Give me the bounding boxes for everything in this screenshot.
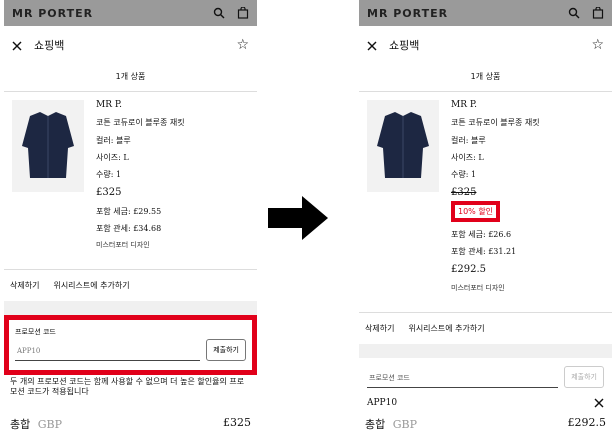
product-tax: 포함 세금: £29.55 (96, 206, 162, 216)
product-quantity: 수량: 1 (451, 169, 477, 179)
product-quantity: 수량: 1 (96, 169, 122, 179)
promo-note: 두 개의 프로모션 코드는 함께 사용할 수 없으며 더 높은 할인율의 프로모… (10, 377, 245, 397)
product-row: MR P. 코튼 코듀로이 블루종 재킷 컬러: 블루 사이즈: L 수량: 1… (4, 92, 257, 263)
remove-promo-icon[interactable] (594, 398, 604, 411)
total-label: 총합 (365, 418, 386, 431)
section-divider (4, 301, 257, 316)
product-brand[interactable]: MR P. (451, 100, 540, 110)
product-size: 사이즈: L (451, 152, 484, 162)
bag-icon[interactable] (237, 4, 249, 23)
page-title: 쇼핑백 (34, 39, 65, 52)
original-price: £325 (451, 187, 477, 199)
promo-code-label: 프로모션 코드 (15, 328, 56, 337)
product-details: MR P. 코튼 코듀로이 블루종 재킷 컬러: 블루 사이즈: L 수량: 1… (96, 100, 185, 257)
page-title: 쇼핑백 (389, 39, 420, 52)
product-color: 컬러: 블루 (96, 135, 131, 145)
promo-code-highlight: 프로모션 코드 APP10 제출하기 (4, 315, 257, 376)
cart-before-panel: MR PORTER 쇼핑백 ☆ 1개 상품 MR P. 코튼 코듀로이 블루종 … (4, 0, 257, 438)
product-name[interactable]: 코튼 코듀로이 블루종 재킷 (96, 118, 185, 127)
item-actions: 삭제하기 위시리스트에 추가하기 (359, 311, 612, 344)
product-duty: 포함 관세: £34.68 (96, 223, 162, 233)
product-size: 사이즈: L (96, 152, 129, 162)
designer-label: 미스터포터 디자인 (451, 283, 505, 292)
product-color: 컬러: 블루 (451, 135, 486, 145)
item-count: 1개 상품 (359, 64, 612, 92)
add-to-wishlist-button[interactable]: 위시리스트에 추가하기 (53, 280, 129, 291)
search-icon[interactable] (568, 4, 580, 23)
close-icon[interactable] (367, 36, 377, 55)
close-icon[interactable] (12, 36, 22, 55)
star-icon[interactable]: ☆ (236, 37, 249, 53)
remove-button[interactable]: 삭제하기 (365, 323, 394, 334)
product-duty: 포함 관세: £31.21 (451, 246, 517, 256)
total-amount: £292.5 (567, 416, 607, 429)
applied-promo-row: APP10 (359, 394, 612, 415)
bag-header: 쇼핑백 ☆ (4, 26, 257, 64)
product-row: MR P. 코튼 코듀로이 블루종 재킷 컬러: 블루 사이즈: L 수량: 1… (359, 92, 612, 306)
bag-icon[interactable] (592, 4, 604, 23)
promo-code-input[interactable]: 프로모션 코드 (367, 369, 559, 388)
add-to-wishlist-button[interactable]: 위시리스트에 추가하기 (408, 323, 484, 334)
right-arrow-icon (268, 196, 328, 240)
promo-code-input[interactable]: APP10 (15, 342, 201, 362)
product-image[interactable] (12, 100, 84, 192)
star-icon[interactable]: ☆ (591, 37, 604, 53)
product-image[interactable] (367, 100, 439, 192)
product-details: MR P. 코튼 코듀로이 블루종 재킷 컬러: 블루 사이즈: L 수량: 1… (451, 100, 540, 300)
search-icon[interactable] (213, 4, 225, 23)
top-bar: MR PORTER (4, 0, 257, 26)
product-tax: 포함 세금: £26.6 (451, 229, 512, 239)
product-name[interactable]: 코튼 코듀로이 블루종 재킷 (451, 118, 540, 127)
total-currency: GBP (392, 418, 418, 431)
remove-button[interactable]: 삭제하기 (10, 280, 39, 291)
designer-label: 미스터포터 디자인 (96, 240, 150, 249)
top-bar: MR PORTER (359, 0, 612, 26)
product-brand[interactable]: MR P. (96, 100, 185, 110)
discounted-price: £292.5 (451, 264, 486, 276)
promo-code-section: 프로모션 코드 제출하기 (359, 358, 612, 394)
cart-after-panel: MR PORTER 쇼핑백 ☆ 1개 상품 MR P. 코튼 코듀로이 블루종 … (359, 0, 612, 438)
brand-logo[interactable]: MR PORTER (367, 7, 448, 20)
total-amount: £325 (223, 416, 251, 429)
brand-logo[interactable]: MR PORTER (12, 7, 93, 20)
bag-header: 쇼핑백 ☆ (359, 26, 612, 64)
item-actions: 삭제하기 위시리스트에 추가하기 (4, 269, 257, 301)
product-price: £325 (96, 187, 122, 199)
total-label: 총합 (10, 418, 31, 431)
discount-badge: 10% 할인 (451, 200, 501, 222)
submit-promo-button[interactable]: 제출하기 (206, 339, 246, 362)
total-currency: GBP (37, 418, 63, 431)
applied-promo-code: APP10 (367, 397, 398, 408)
order-total: 총합 GBP £325 (10, 416, 251, 432)
section-divider (359, 343, 612, 358)
order-total: 총합 GBP £292.5 (365, 416, 606, 432)
submit-promo-button[interactable]: 제출하기 (564, 365, 604, 388)
item-count: 1개 상품 (4, 64, 257, 92)
